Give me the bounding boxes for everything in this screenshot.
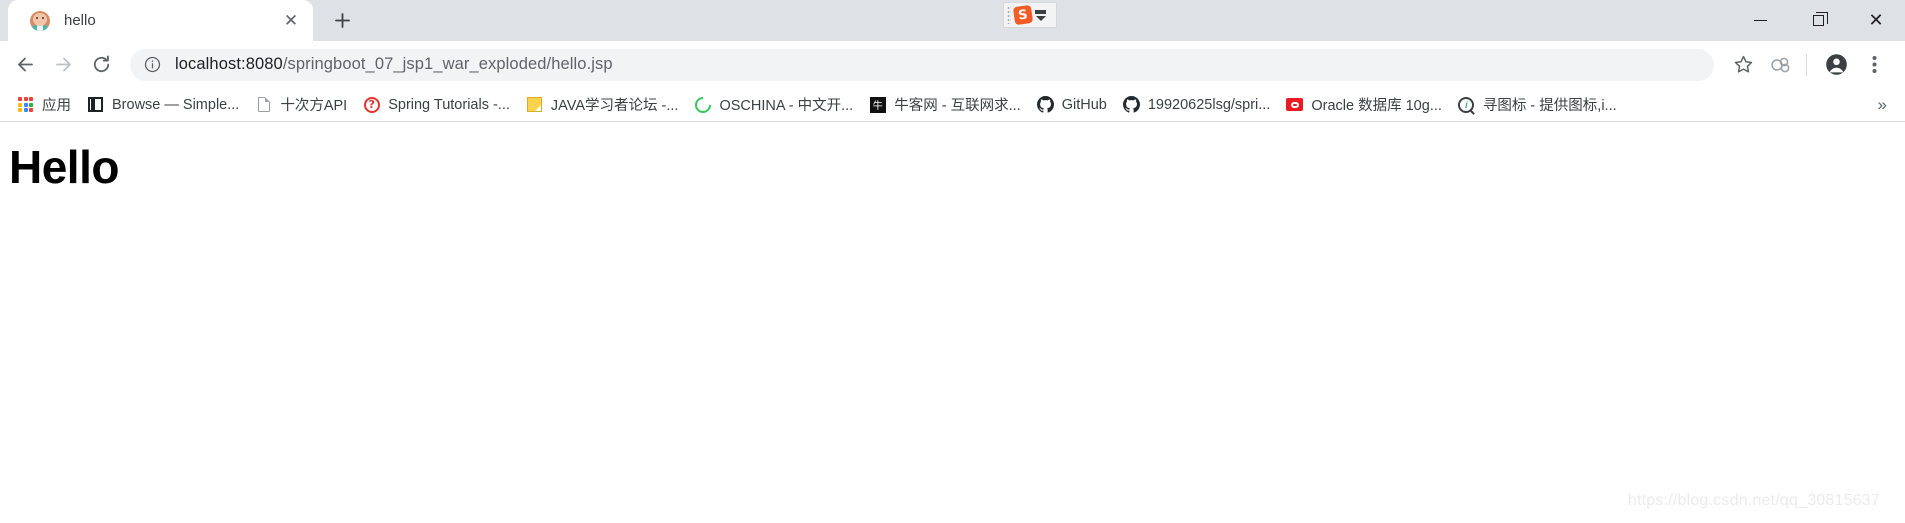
bookmark-item-github[interactable]: GitHub <box>1029 92 1115 118</box>
bookmark-label: 寻图标 - 提供图标,i... <box>1482 98 1617 114</box>
plus-icon <box>334 12 350 28</box>
star-icon <box>1734 55 1752 73</box>
restore-icon <box>1812 12 1828 26</box>
window-controls: ✕ <box>1731 0 1905 41</box>
bookmark-item-browse[interactable]: Browse — Simple... <box>79 92 247 118</box>
bookmark-item-spring-tutorials[interactable]: ? Spring Tutorials -... <box>355 92 518 118</box>
three-dots-icon <box>1872 56 1876 73</box>
bookmark-item-oracle[interactable]: Oracle 数据库 10g... <box>1278 92 1450 118</box>
github-icon <box>1122 96 1140 113</box>
url-path: /springboot_07_jsp1_war_exploded/hello.j… <box>282 55 613 73</box>
nowcoder-icon: 牛 <box>869 96 886 113</box>
arrow-right-icon <box>55 57 71 72</box>
apps-grid-icon <box>17 96 34 113</box>
drag-handle-icon[interactable] <box>1007 6 1011 24</box>
page-title: Hello <box>9 141 119 193</box>
browser-tab-hello[interactable]: hello ✕ <box>8 0 313 41</box>
bookmark-label: 牛客网 - 互联网求... <box>894 98 1021 114</box>
bookmark-label: 应用 <box>42 98 71 114</box>
minimize-icon <box>1753 19 1767 22</box>
arrow-left-icon <box>17 57 33 72</box>
github-mark-icon <box>1036 96 1054 113</box>
minimize-button[interactable] <box>1731 0 1789 41</box>
document-icon <box>255 96 272 113</box>
java-note-icon <box>526 96 543 113</box>
ime-expand-icon[interactable] <box>1035 9 1046 21</box>
bookmark-label: Spring Tutorials -... <box>388 96 510 113</box>
bookmark-item-shicifang-api[interactable]: 十次方API <box>247 92 355 118</box>
bookmarks-bar: 应用 Browse — Simple... 十次方API ? Spring Tu… <box>0 88 1905 122</box>
browser-toolbar: localhost:8080/springboot_07_jsp1_war_ex… <box>0 41 1905 88</box>
oschina-c-icon <box>691 93 715 116</box>
toolbar-divider <box>1806 53 1807 76</box>
chrome-menu-button[interactable] <box>1857 48 1891 82</box>
tab-title: hello <box>64 12 96 29</box>
browser-window: hello ✕ S ✕ localhost:8080/springboot_07… <box>0 0 1905 523</box>
profile-button[interactable] <box>1819 48 1853 82</box>
reload-icon <box>93 55 109 73</box>
page-content: Hello https://blog.csdn.net/qq_30815637 <box>0 122 1905 523</box>
info-circle-icon[interactable] <box>144 56 161 73</box>
bookmark-item-icon-finder[interactable]: i 寻图标 - 提供图标,i... <box>1450 92 1625 118</box>
sogou-ime-toolbar[interactable]: S <box>1003 2 1057 28</box>
address-bar-text: localhost:8080/springboot_07_jsp1_war_ex… <box>175 55 613 74</box>
bookmark-label: 十次方API <box>280 98 348 114</box>
close-window-icon: ✕ <box>1868 9 1884 31</box>
monkey-favicon <box>30 10 50 31</box>
maximize-button[interactable] <box>1789 0 1847 41</box>
oracle-icon <box>1286 96 1304 113</box>
bookmark-item-apps[interactable]: 应用 <box>9 92 79 118</box>
bookmark-star-button[interactable] <box>1726 48 1760 82</box>
github-mark-icon <box>1122 96 1140 113</box>
bookmark-label: GitHub <box>1061 96 1107 113</box>
reload-button[interactable] <box>82 46 120 84</box>
avatar-icon <box>1825 54 1847 75</box>
bookmark-label: JAVA学习者论坛 -... <box>550 98 679 114</box>
bookmark-item-nowcoder[interactable]: 牛 牛客网 - 互联网求... <box>861 92 1028 118</box>
forward-button[interactable] <box>44 46 82 84</box>
back-button[interactable] <box>6 46 44 84</box>
new-tab-button[interactable] <box>325 3 359 37</box>
extensions-button[interactable] <box>1764 48 1798 82</box>
close-window-button[interactable]: ✕ <box>1847 0 1905 41</box>
browse-icon <box>87 96 104 113</box>
bookmark-item-github-repo[interactable]: 19920625lsg/spri... <box>1115 92 1279 118</box>
bookmark-item-java-forum[interactable]: JAVA学习者论坛 -... <box>518 92 687 118</box>
search-icon: i <box>1458 96 1475 113</box>
bookmark-item-oschina[interactable]: OSCHINA - 中文开... <box>686 92 861 118</box>
github-icon <box>1036 96 1054 113</box>
bookmarks-overflow-button[interactable]: » <box>1870 95 1895 115</box>
address-bar[interactable]: localhost:8080/springboot_07_jsp1_war_ex… <box>130 48 1714 81</box>
spring-question-icon: ? <box>363 96 380 113</box>
url-host: localhost:8080 <box>175 55 283 73</box>
tab-strip: hello ✕ S ✕ <box>0 0 1905 41</box>
watermark: https://blog.csdn.net/qq_30815637 <box>1627 492 1880 509</box>
close-icon[interactable]: ✕ <box>279 9 303 33</box>
bookmark-label: OSCHINA - 中文开... <box>719 98 854 114</box>
bookmark-label: Browse — Simple... <box>112 96 240 113</box>
extensions-icon <box>1771 57 1790 72</box>
sogou-logo-icon[interactable]: S <box>1012 4 1034 26</box>
bookmark-label: Oracle 数据库 10g... <box>1311 98 1442 114</box>
bookmark-label: 19920625lsg/spri... <box>1147 96 1271 113</box>
